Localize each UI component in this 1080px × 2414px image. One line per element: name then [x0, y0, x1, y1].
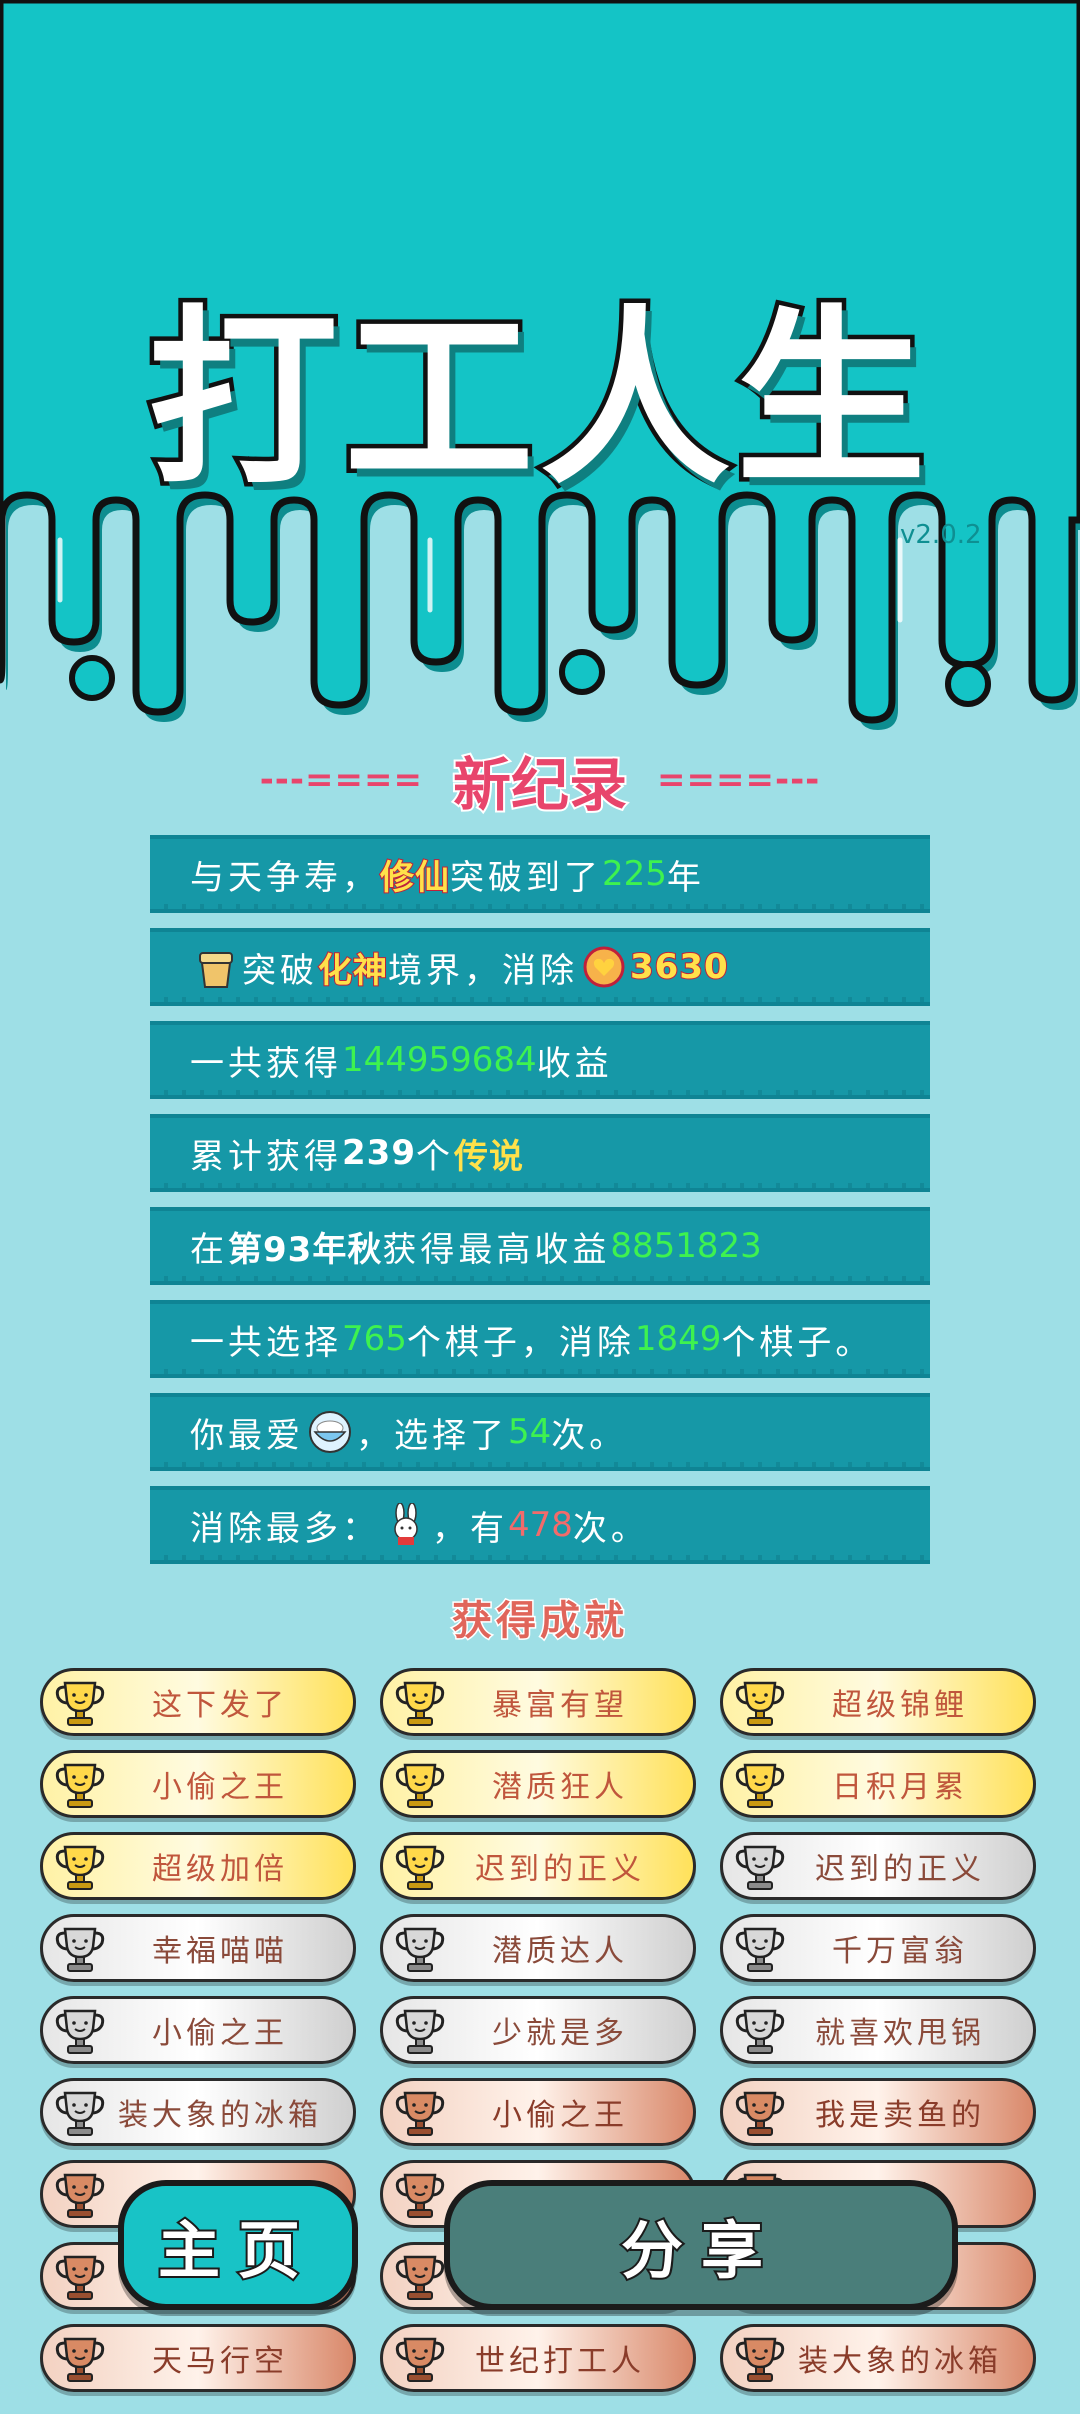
record-row: 一共选择 765 个棋子，消除 1849 个棋子。	[150, 1300, 930, 1378]
header-dashes-left: ---====	[259, 760, 423, 800]
achievement-label: 小偷之王	[152, 2016, 288, 2051]
achievement-badge: 我是卖鱼的	[720, 2078, 1036, 2146]
app-title: 打工人生	[143, 285, 932, 515]
trophy-icon	[395, 2337, 445, 2382]
trophy-icon	[395, 2255, 445, 2300]
trophy-icon	[55, 1681, 105, 1726]
trophy-icon	[395, 2009, 445, 2054]
achievement-badge: 日积月累	[720, 1750, 1036, 1818]
version-label: v2.0.2	[900, 520, 982, 550]
achievement-label: 装大象的冰箱	[798, 2344, 1002, 2379]
share-button[interactable]: 分享	[444, 2180, 958, 2310]
trophy-icon	[55, 1763, 105, 1808]
trophy-icon	[735, 1681, 785, 1726]
trophy-icon	[735, 1927, 785, 1972]
achievement-badge: 装大象的冰箱	[720, 2324, 1036, 2392]
trophy-icon	[55, 2337, 105, 2382]
achievement-badge: 小偷之王	[40, 1996, 356, 2064]
record-row: 与天争寿， 修仙 突破到了 225 年	[150, 835, 930, 913]
achievement-label: 天马行空	[152, 2344, 288, 2379]
achievement-badge: 幸福喵喵	[40, 1914, 356, 1982]
achievement-badge: 小偷之王	[40, 1750, 356, 1818]
achievement-badge: 就喜欢甩锅	[720, 1996, 1036, 2064]
achievement-label: 超级锦鲤	[832, 1688, 968, 1723]
achievement-label: 暴富有望	[492, 1688, 628, 1723]
achievement-label: 千万富翁	[832, 1934, 968, 1969]
record-row: 累计获得 239 个 传说	[150, 1114, 930, 1192]
achievement-label: 潜质狂人	[492, 1770, 628, 1805]
trophy-icon	[735, 1763, 785, 1808]
trophy-icon	[735, 1845, 785, 1890]
record-row: 在 第93年秋 获得最高收益 8851823	[150, 1207, 930, 1285]
achievement-badge: 迟到的正义	[380, 1832, 696, 1900]
trophy-icon	[735, 2337, 785, 2382]
trophy-icon	[395, 1681, 445, 1726]
achievement-badge: 暴富有望	[380, 1668, 696, 1736]
record-row: 你最爱 ，选择了 54 次。	[150, 1393, 930, 1471]
trophy-icon	[55, 1845, 105, 1890]
achievement-badge: 超级加倍	[40, 1832, 356, 1900]
achievement-badge: 千万富翁	[720, 1914, 1036, 1982]
achievement-badge: 潜质狂人	[380, 1750, 696, 1818]
trophy-icon	[395, 1845, 445, 1890]
header-dashes-right: ====---	[657, 760, 821, 800]
achievement-badge: 超级锦鲤	[720, 1668, 1036, 1736]
bucket-icon	[199, 952, 233, 988]
trophy-icon	[55, 2173, 105, 2218]
achievement-badge: 迟到的正义	[720, 1832, 1036, 1900]
rabbit-icon	[394, 1503, 418, 1545]
achievement-badge: 世纪打工人	[380, 2324, 696, 2392]
record-row: 一共获得 144959684 收益	[150, 1021, 930, 1099]
rice-bowl-icon	[309, 1411, 351, 1453]
achievement-badge: 装大象的冰箱	[40, 2078, 356, 2146]
achievement-label: 潜质达人	[492, 1934, 628, 1969]
achievement-label: 小偷之王	[152, 1770, 288, 1805]
trophy-icon	[395, 2091, 445, 2136]
achievement-label: 世纪打工人	[475, 2344, 645, 2379]
achievement-label: 超级加倍	[152, 1852, 288, 1887]
achievement-badge: 潜质达人	[380, 1914, 696, 1982]
home-button[interactable]: 主页	[118, 2180, 358, 2310]
achievement-label: 我是卖鱼的	[815, 2098, 985, 2133]
record-row: 突破 化神 境界，消除 3630	[150, 928, 930, 1006]
achievement-label: 装大象的冰箱	[118, 2098, 322, 2133]
achievement-badge: 这下发了	[40, 1668, 356, 1736]
achievement-label: 这下发了	[152, 1688, 288, 1723]
achievement-label: 就喜欢甩锅	[815, 2016, 985, 2051]
records-title: 新纪录	[451, 749, 629, 821]
trophy-icon	[55, 2091, 105, 2136]
trophy-icon	[735, 2091, 785, 2136]
trophy-icon	[55, 2255, 105, 2300]
trophy-icon	[395, 2173, 445, 2218]
achievement-badge: 小偷之王	[380, 2078, 696, 2146]
achievement-badge: 少就是多	[380, 1996, 696, 2064]
heart-coin-icon	[583, 946, 625, 988]
achievement-label: 小偷之王	[492, 2098, 628, 2133]
achievement-label: 迟到的正义	[475, 1852, 645, 1887]
achievement-label: 少就是多	[492, 2016, 628, 2051]
achievement-badge: 天马行空	[40, 2324, 356, 2392]
record-row: 消除最多： ，有 478 次。	[150, 1486, 930, 1564]
achievement-label: 日积月累	[832, 1770, 968, 1805]
records-list: 与天争寿， 修仙 突破到了 225 年 突破 化神 境界，消除 3630 一共获…	[150, 835, 930, 1579]
records-header: ---==== 新纪录 ====---	[0, 740, 1080, 821]
hero-header: 打工人生 v2.0.2	[0, 0, 1080, 730]
achievement-label: 迟到的正义	[815, 1852, 985, 1887]
achievements-title: 获得成就	[451, 1596, 628, 1646]
achievement-label: 幸福喵喵	[152, 1934, 288, 1969]
trophy-icon	[395, 1763, 445, 1808]
trophy-icon	[55, 2009, 105, 2054]
trophy-icon	[55, 1927, 105, 1972]
trophy-icon	[735, 2009, 785, 2054]
trophy-icon	[395, 1927, 445, 1972]
